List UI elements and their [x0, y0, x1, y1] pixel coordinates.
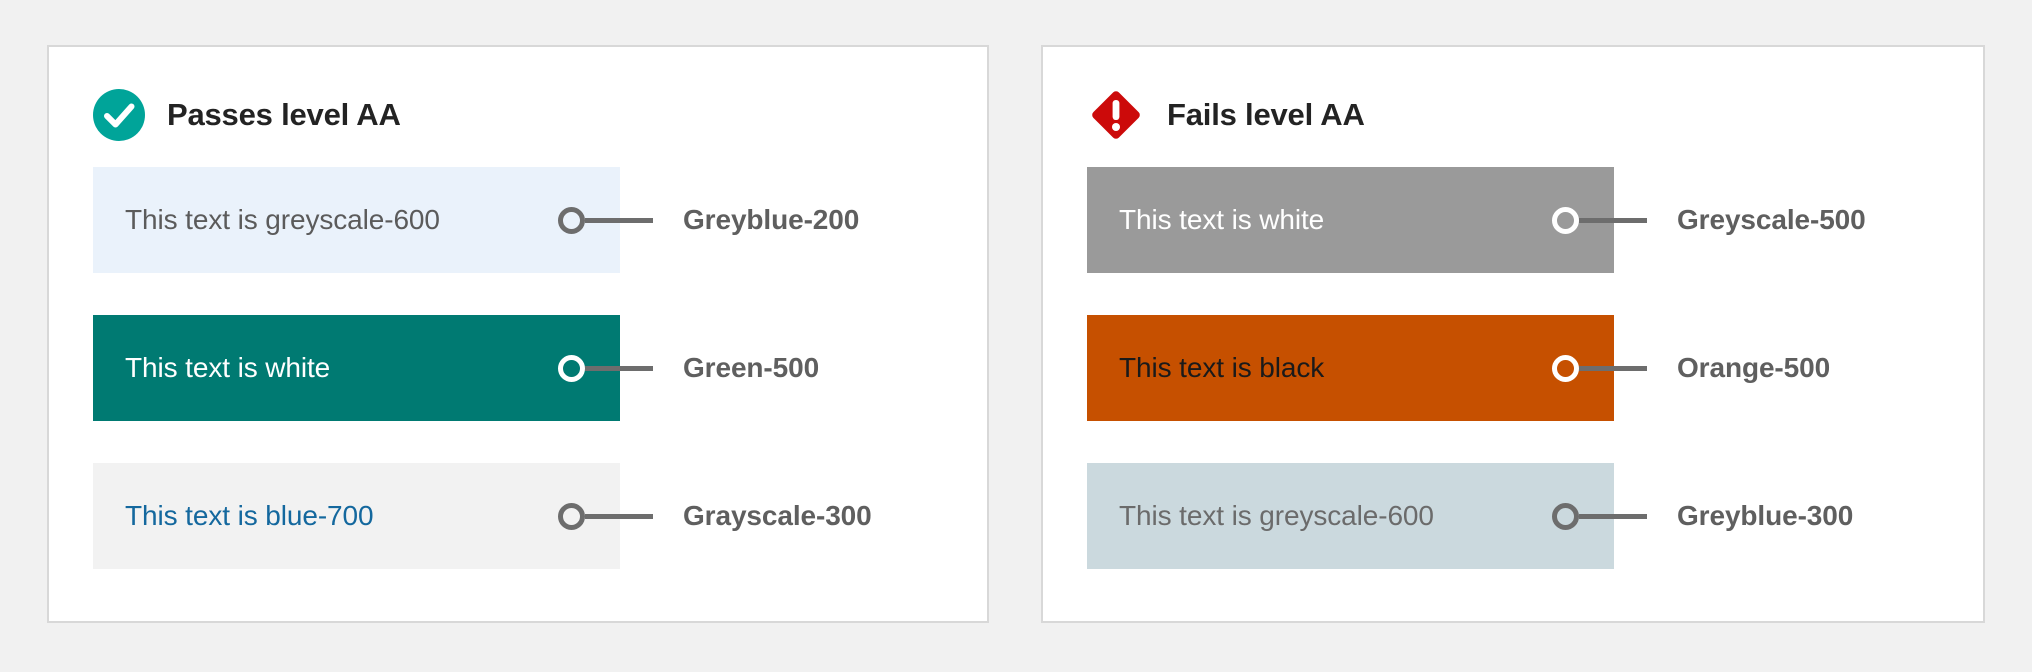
swatch-row: This text is blue-700 Grayscale-300 [93, 463, 943, 569]
leader-connector [558, 502, 653, 530]
panel-header-fails: Fails level AA [1087, 87, 1939, 143]
contrast-examples-board: Passes level AA This text is greyscale-6… [0, 0, 2032, 672]
leader-line [1579, 513, 1647, 519]
alert-diamond-icon [1087, 86, 1145, 144]
swatch-row: This text is greyscale-600 Greyblue-200 [93, 167, 943, 273]
leader-connector [558, 354, 653, 382]
swatch-color-label: Greyblue-300 [1677, 500, 1854, 531]
swatch-list-passes: This text is greyscale-600 Greyblue-200 … [93, 167, 943, 569]
leader-line [585, 365, 653, 371]
leader-dot-icon [558, 354, 585, 382]
leader-line [585, 513, 653, 519]
swatch-sample-text: This text is white [125, 352, 331, 383]
color-swatch[interactable]: This text is blue-700 [93, 463, 620, 569]
leader-line [585, 217, 653, 223]
color-swatch[interactable]: This text is greyscale-600 [1087, 463, 1614, 569]
leader-connector [1552, 206, 1647, 234]
swatch-color-label: Green-500 [683, 352, 820, 383]
leader-dot-icon [558, 502, 585, 530]
panel-title-passes: Passes level AA [167, 97, 401, 132]
leader-dot-icon [1552, 354, 1579, 382]
swatch-color-label: Orange-500 [1677, 352, 1831, 383]
swatch-sample-text: This text is white [1119, 204, 1325, 235]
leader-dot-icon [558, 206, 585, 234]
leader-connector [1552, 502, 1647, 530]
leader-connector [1552, 354, 1647, 382]
check-circle-icon [93, 89, 145, 141]
swatch-row: This text is white Greyscale-500 [1087, 167, 1939, 273]
leader-line [1579, 217, 1647, 223]
swatch-sample-text: This text is greyscale-600 [125, 204, 440, 235]
color-swatch[interactable]: This text is black [1087, 315, 1614, 421]
leader-line [1579, 365, 1647, 371]
swatch-row: This text is white Green-500 [93, 315, 943, 421]
swatch-list-fails: This text is white Greyscale-500 This te… [1087, 167, 1939, 569]
swatch-color-label: Grayscale-300 [683, 500, 872, 531]
swatch-sample-text: This text is blue-700 [125, 500, 374, 531]
panel-passes: Passes level AA This text is greyscale-6… [47, 45, 989, 623]
swatch-row: This text is greyscale-600 Greyblue-300 [1087, 463, 1939, 569]
swatch-sample-text: This text is black [1119, 352, 1325, 383]
color-swatch[interactable]: This text is white [93, 315, 620, 421]
swatch-sample-text: This text is greyscale-600 [1119, 500, 1434, 531]
swatch-color-label: Greyblue-200 [683, 204, 860, 235]
leader-dot-icon [1552, 206, 1579, 234]
swatch-color-label: Greyscale-500 [1677, 204, 1866, 235]
panel-fails: Fails level AA This text is white Greysc… [1041, 45, 1985, 623]
swatch-row: This text is black Orange-500 [1087, 315, 1939, 421]
panel-title-fails: Fails level AA [1167, 97, 1365, 132]
color-swatch[interactable]: This text is white [1087, 167, 1614, 273]
panel-header-passes: Passes level AA [93, 87, 943, 143]
leader-connector [558, 206, 653, 234]
color-swatch[interactable]: This text is greyscale-600 [93, 167, 620, 273]
leader-dot-icon [1552, 502, 1579, 530]
